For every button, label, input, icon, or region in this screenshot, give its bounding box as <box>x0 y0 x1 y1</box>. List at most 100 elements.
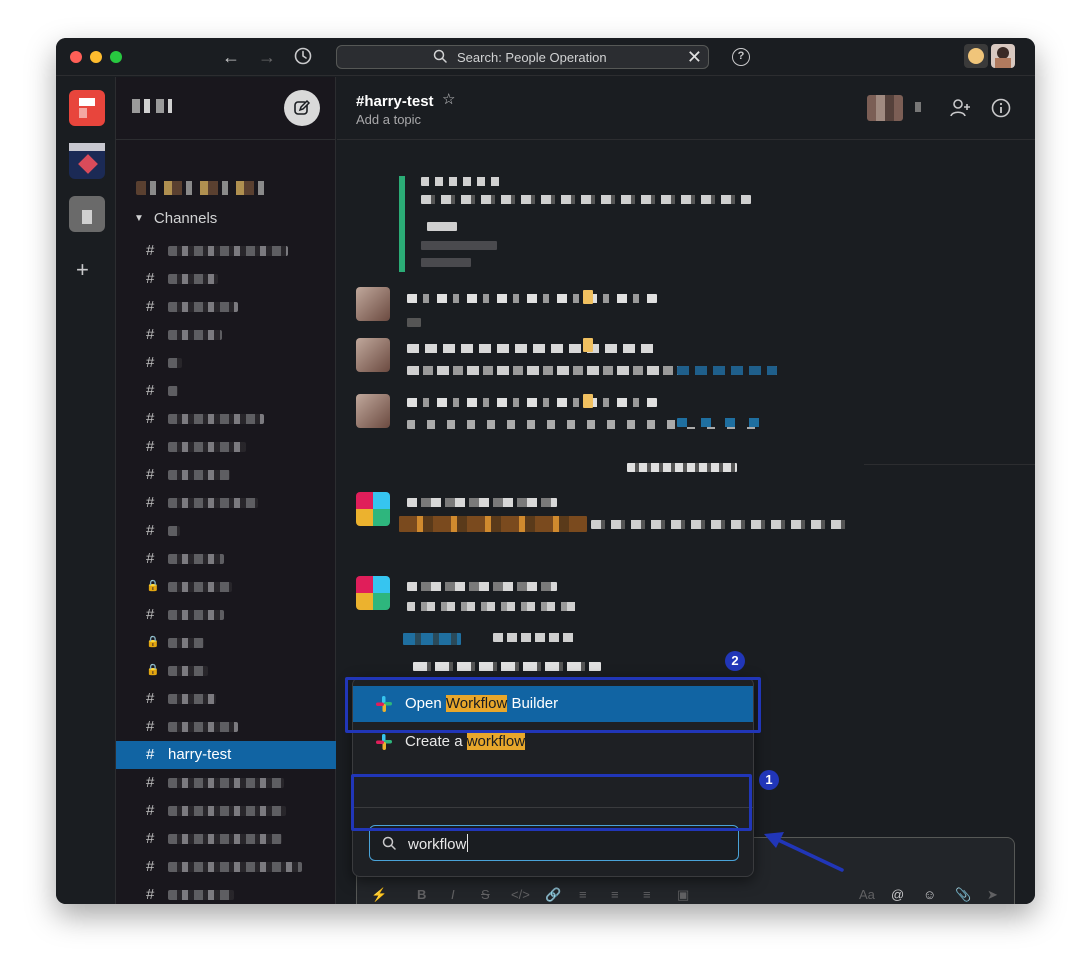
sidebar-channel[interactable]: 🔒 <box>116 573 336 601</box>
workspace-icon-1[interactable] <box>69 90 105 126</box>
user-avatar[interactable] <box>991 44 1015 68</box>
mention-icon[interactable]: @ <box>891 887 904 902</box>
hash-icon: # <box>146 718 155 735</box>
lock-icon: 🔒 <box>146 664 160 676</box>
star-icon[interactable]: ☆ <box>442 90 455 108</box>
channels-section-header[interactable]: ▼ Channels <box>134 210 217 227</box>
sidebar-channel[interactable]: # <box>116 349 336 377</box>
sidebar-channel[interactable]: # <box>116 797 336 825</box>
channel-name-redacted <box>168 890 234 900</box>
sidebar-channel[interactable]: # <box>116 377 336 405</box>
arrow-right-icon[interactable]: → <box>258 47 276 67</box>
code-block-icon[interactable]: ▣ <box>677 887 689 903</box>
hash-icon: # <box>146 606 155 623</box>
compose-button[interactable] <box>284 90 320 126</box>
sidebar-channel[interactable]: # <box>116 265 336 293</box>
channel-name-redacted <box>168 778 284 788</box>
channel-name-redacted <box>168 610 224 620</box>
sidebar-channel[interactable]: # <box>116 825 336 853</box>
clear-search-icon[interactable]: ✕ <box>687 47 702 68</box>
sidebar-channel[interactable]: 🔒 <box>116 657 336 685</box>
attach-icon[interactable]: 📎 <box>955 887 971 903</box>
shortcuts-icon[interactable]: ⚡ <box>371 887 387 903</box>
avatar[interactable] <box>356 338 390 372</box>
sidebar-channel[interactable]: # <box>116 237 336 265</box>
sidebar-channel[interactable]: # <box>116 769 336 797</box>
channel-name-redacted <box>168 806 286 816</box>
sidebar-channel[interactable]: # <box>116 321 336 349</box>
strikethrough-icon[interactable]: S <box>481 887 490 902</box>
sidebar-channel[interactable]: # <box>116 517 336 545</box>
sidebar-channel[interactable]: # <box>116 461 336 489</box>
clock-icon[interactable] <box>294 47 312 69</box>
sidebar-channel-active[interactable]: # harry-test <box>116 741 336 769</box>
zoom-window-button[interactable] <box>110 51 122 63</box>
lock-icon: 🔒 <box>146 580 160 592</box>
avatar[interactable] <box>356 394 390 428</box>
sidebar-channel[interactable]: # <box>116 713 336 741</box>
caret-down-icon: ▼ <box>134 213 144 224</box>
avatar[interactable] <box>356 576 390 610</box>
bulleted-list-icon[interactable]: ≡ <box>611 887 619 902</box>
sidebar-divider <box>116 139 336 140</box>
arrow-left-icon[interactable]: ← <box>222 47 240 67</box>
sidebar-channel[interactable]: # <box>116 881 336 904</box>
hash-icon: # <box>146 522 155 539</box>
titlebar: ← → Search: People Operation ✕ ? <box>56 38 1035 76</box>
channel-name-redacted <box>168 498 258 508</box>
sidebar-item[interactable] <box>136 181 270 195</box>
search-icon <box>382 836 396 850</box>
help-icon[interactable]: ? <box>732 48 750 66</box>
channels-label: Channels <box>153 210 218 227</box>
sidebar-channel[interactable]: # <box>116 545 336 573</box>
avatar[interactable] <box>356 287 390 321</box>
hash-icon: # <box>146 830 155 847</box>
hash-icon: # <box>146 270 155 287</box>
hash-icon: # <box>146 242 155 259</box>
info-icon[interactable] <box>990 97 1012 119</box>
add-workspace-icon[interactable]: + <box>76 257 89 283</box>
member-avatars[interactable] <box>867 95 903 121</box>
emoji-icon[interactable]: ☺ <box>923 887 936 902</box>
member-count[interactable] <box>915 102 921 112</box>
formatting-icon[interactable]: Aa <box>859 887 875 902</box>
attachment-bar <box>399 176 405 272</box>
compose-icon <box>294 99 311 115</box>
search-placeholder: Search: People Operation <box>457 50 607 65</box>
workspace-icon-2[interactable] <box>69 143 105 179</box>
close-window-button[interactable] <box>70 51 82 63</box>
workspace-name[interactable] <box>132 99 172 113</box>
blockquote-icon[interactable]: ≡ <box>643 887 651 902</box>
annotation-number-2: 2 <box>725 651 745 671</box>
sidebar-channel[interactable]: # <box>116 489 336 517</box>
code-icon[interactable]: </> <box>511 887 530 902</box>
sidebar-channel[interactable]: # <box>116 685 336 713</box>
channel-title[interactable]: #harry-test <box>356 93 434 110</box>
avatar[interactable] <box>356 492 390 526</box>
italic-icon[interactable]: I <box>451 887 455 902</box>
channel-name-redacted <box>168 470 230 480</box>
minimize-window-button[interactable] <box>90 51 102 63</box>
workspace-rail: + <box>56 77 116 904</box>
hash-icon: # <box>146 494 155 511</box>
search-bar[interactable]: Search: People Operation ✕ <box>336 45 709 69</box>
sidebar-channel[interactable]: # <box>116 601 336 629</box>
hash-icon: # <box>146 550 155 567</box>
sidebar-channel[interactable]: 🔒 <box>116 629 336 657</box>
channel-name-redacted <box>168 442 246 452</box>
sidebar-channel[interactable]: # <box>116 853 336 881</box>
bold-icon[interactable]: B <box>417 887 426 902</box>
add-member-icon[interactable] <box>949 97 971 119</box>
sidebar-channel[interactable]: # <box>116 433 336 461</box>
send-icon[interactable]: ➤ <box>987 887 998 903</box>
link-icon[interactable]: 🔗 <box>545 887 561 903</box>
workspace-icon-3[interactable] <box>69 196 105 232</box>
sidebar-channel[interactable]: # <box>116 405 336 433</box>
channel-topic[interactable]: Add a topic <box>356 112 421 127</box>
hash-icon: # <box>146 438 155 455</box>
hash-icon: # <box>146 886 155 903</box>
workspace-avatar[interactable] <box>964 44 988 68</box>
sidebar-channel[interactable]: # <box>116 293 336 321</box>
channel-name-redacted <box>168 526 180 536</box>
ordered-list-icon[interactable]: ≡ <box>579 887 587 902</box>
